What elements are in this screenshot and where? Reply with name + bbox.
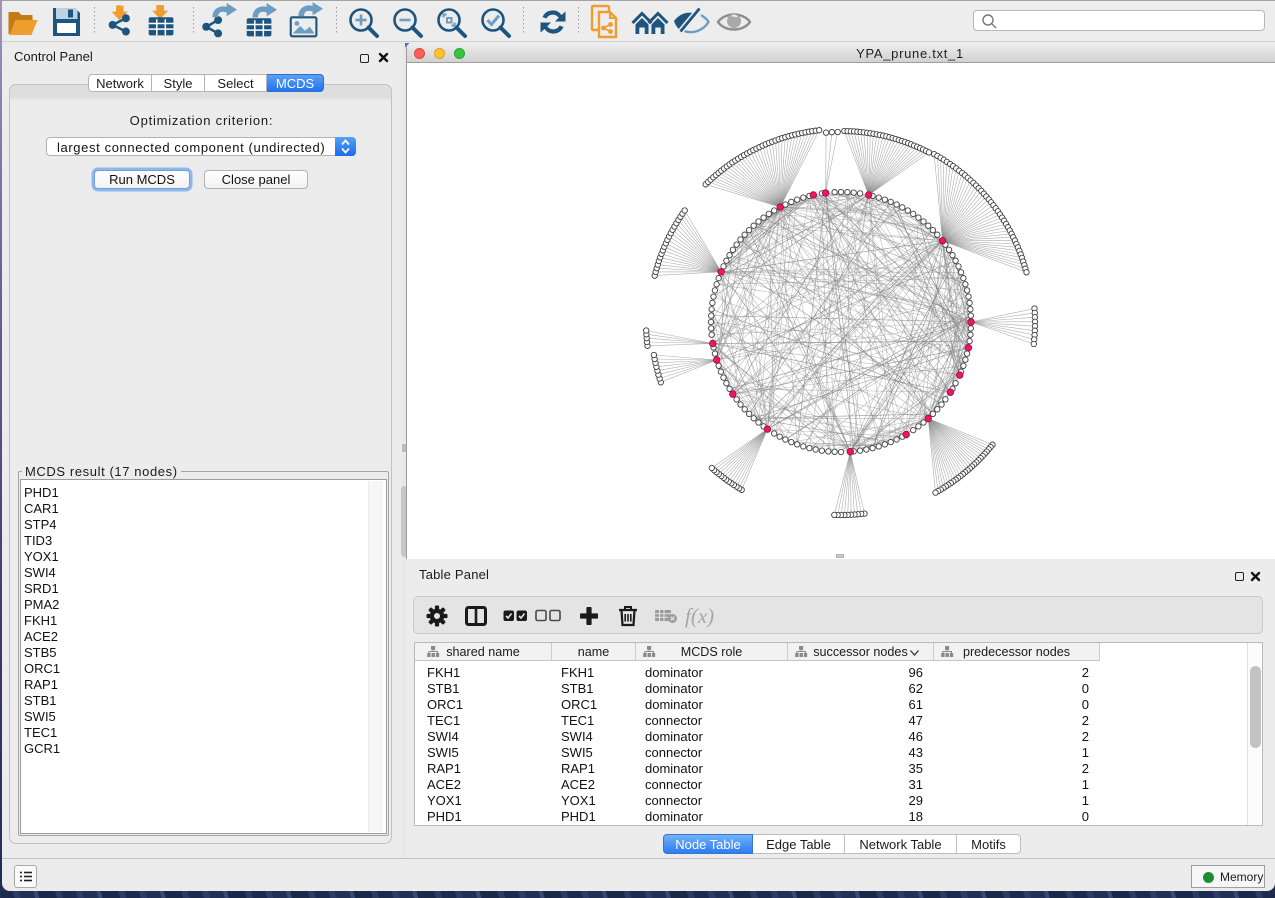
svg-text:f(x): f(x) [685, 604, 714, 628]
